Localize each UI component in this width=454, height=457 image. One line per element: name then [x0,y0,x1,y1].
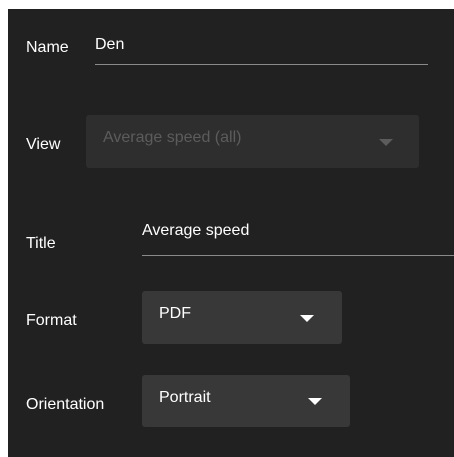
view-select-value: Average speed (all) [103,129,242,146]
caret-down-icon [379,139,393,146]
format-select[interactable]: PDF [142,291,342,344]
view-select[interactable]: Average speed (all) [86,115,419,168]
title-input[interactable] [142,221,442,241]
format-label: Format [26,312,77,329]
name-input-underline [95,64,428,65]
title-label: Title [26,235,56,252]
title-input-underline [142,255,454,256]
orientation-select[interactable]: Portrait [142,375,350,427]
name-label: Name [26,39,69,56]
caret-down-icon[interactable] [308,398,322,405]
orientation-select-value: Portrait [159,389,211,406]
caret-down-icon[interactable] [300,315,314,322]
format-select-value: PDF [159,305,191,322]
view-label: View [26,136,61,153]
name-input[interactable] [95,35,425,55]
orientation-label: Orientation [26,396,105,413]
export-settings-panel: Name View Average speed (all) Title Form… [8,9,454,457]
